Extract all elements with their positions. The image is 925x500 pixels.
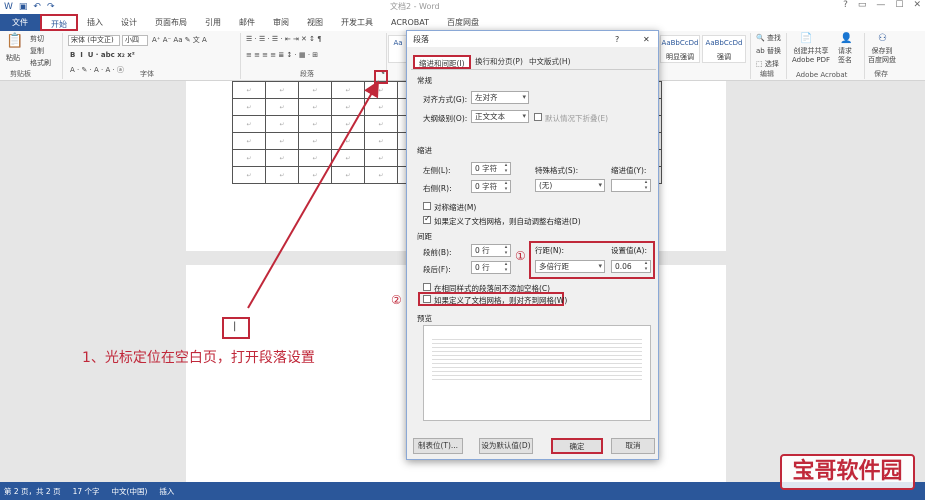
before-label: 段前(B): [423,248,452,257]
indent-value-input[interactable] [611,179,651,192]
dialog-title: 段落 [413,34,429,44]
snap-grid-label: 如果定义了文档网格，则对齐到网格(W) [434,296,568,305]
insert-mode[interactable]: 插入 [159,486,174,497]
language[interactable]: 中文(中国) [112,486,148,497]
collapse-label: 默认情况下折叠(E) [545,114,609,123]
dialog-close-button[interactable]: ✕ [643,35,650,44]
set-value-label: 设置值(A): [611,246,648,255]
special-format-select[interactable]: (无) [535,179,605,192]
special-format-label: 特殊格式(S): [535,166,579,175]
alignment-label: 对齐方式(G): [423,95,468,104]
tab-asian-typography[interactable]: 中文版式(H) [525,55,575,69]
word-count[interactable]: 17 个字 [73,486,100,497]
auto-adjust-checkbox[interactable] [423,214,431,224]
set-value-input[interactable]: 0.06 [611,260,651,273]
launcher-highlight [374,70,388,84]
line-spacing-select[interactable]: 多倍行距 [535,260,605,273]
mirror-indent-label: 对称缩进(M) [434,203,477,212]
right-indent-label: 右侧(R): [423,184,452,193]
right-indent-input[interactable]: 0 字符 [471,180,511,193]
left-indent-label: 左侧(L): [423,166,451,175]
indent-section-label: 缩进 [417,146,432,155]
spacing-section-label: 间距 [417,232,432,241]
ok-button[interactable]: 确定 [551,438,603,454]
preview-box [423,325,651,421]
instruction-annotation: 1、光标定位在空白页，打开段落设置 [82,350,315,366]
arrow-to-launcher [247,80,379,309]
preview-section-label: 预览 [417,314,432,323]
after-input[interactable]: 0 行 [471,261,511,274]
left-indent-input[interactable]: 0 字符 [471,162,511,175]
no-space-checkbox[interactable] [423,283,431,291]
before-input[interactable]: 0 行 [471,244,511,257]
tab-indent-spacing[interactable]: 缩进和间距(I) [413,55,471,69]
dialog-help-button[interactable]: ? [615,35,619,44]
paragraph-dialog: 段落 ? ✕ 缩进和间距(I) 换行和分页(P) 中文版式(H) 常规 对齐方式… [391,30,659,460]
alignment-select[interactable]: 左对齐 [471,91,529,104]
set-default-button[interactable]: 设为默认值(D) [479,438,533,454]
step-marker-2: ② [391,293,402,307]
watermark-logo: 宝哥软件园 [780,454,915,490]
auto-adjust-label: 如果定义了文档网格，则自动调整右缩进(D) [434,217,581,226]
tabs-button[interactable]: 制表位(T)... [413,438,463,454]
line-spacing-label: 行距(N): [535,246,564,255]
tab-divider [411,69,656,70]
cancel-button[interactable]: 取消 [611,438,655,454]
after-label: 段后(F): [423,265,451,274]
general-section-label: 常规 [417,76,432,85]
dialog-titlebar: 段落 ? ✕ [407,31,658,47]
mirror-indent-checkbox[interactable] [423,202,431,210]
preview-lines [432,336,642,382]
outline-select[interactable]: 正文文本 [471,110,529,123]
collapse-checkbox[interactable] [534,113,542,121]
indent-value-label: 缩进值(Y): [611,166,647,175]
tab-line-page[interactable]: 换行和分页(P) [471,55,527,69]
step-marker-1: ① [515,249,526,263]
page-count[interactable]: 第 2 页，共 2 页 [4,486,61,497]
snap-grid-checkbox[interactable] [423,295,431,303]
outline-label: 大纲级别(O): [423,114,468,123]
